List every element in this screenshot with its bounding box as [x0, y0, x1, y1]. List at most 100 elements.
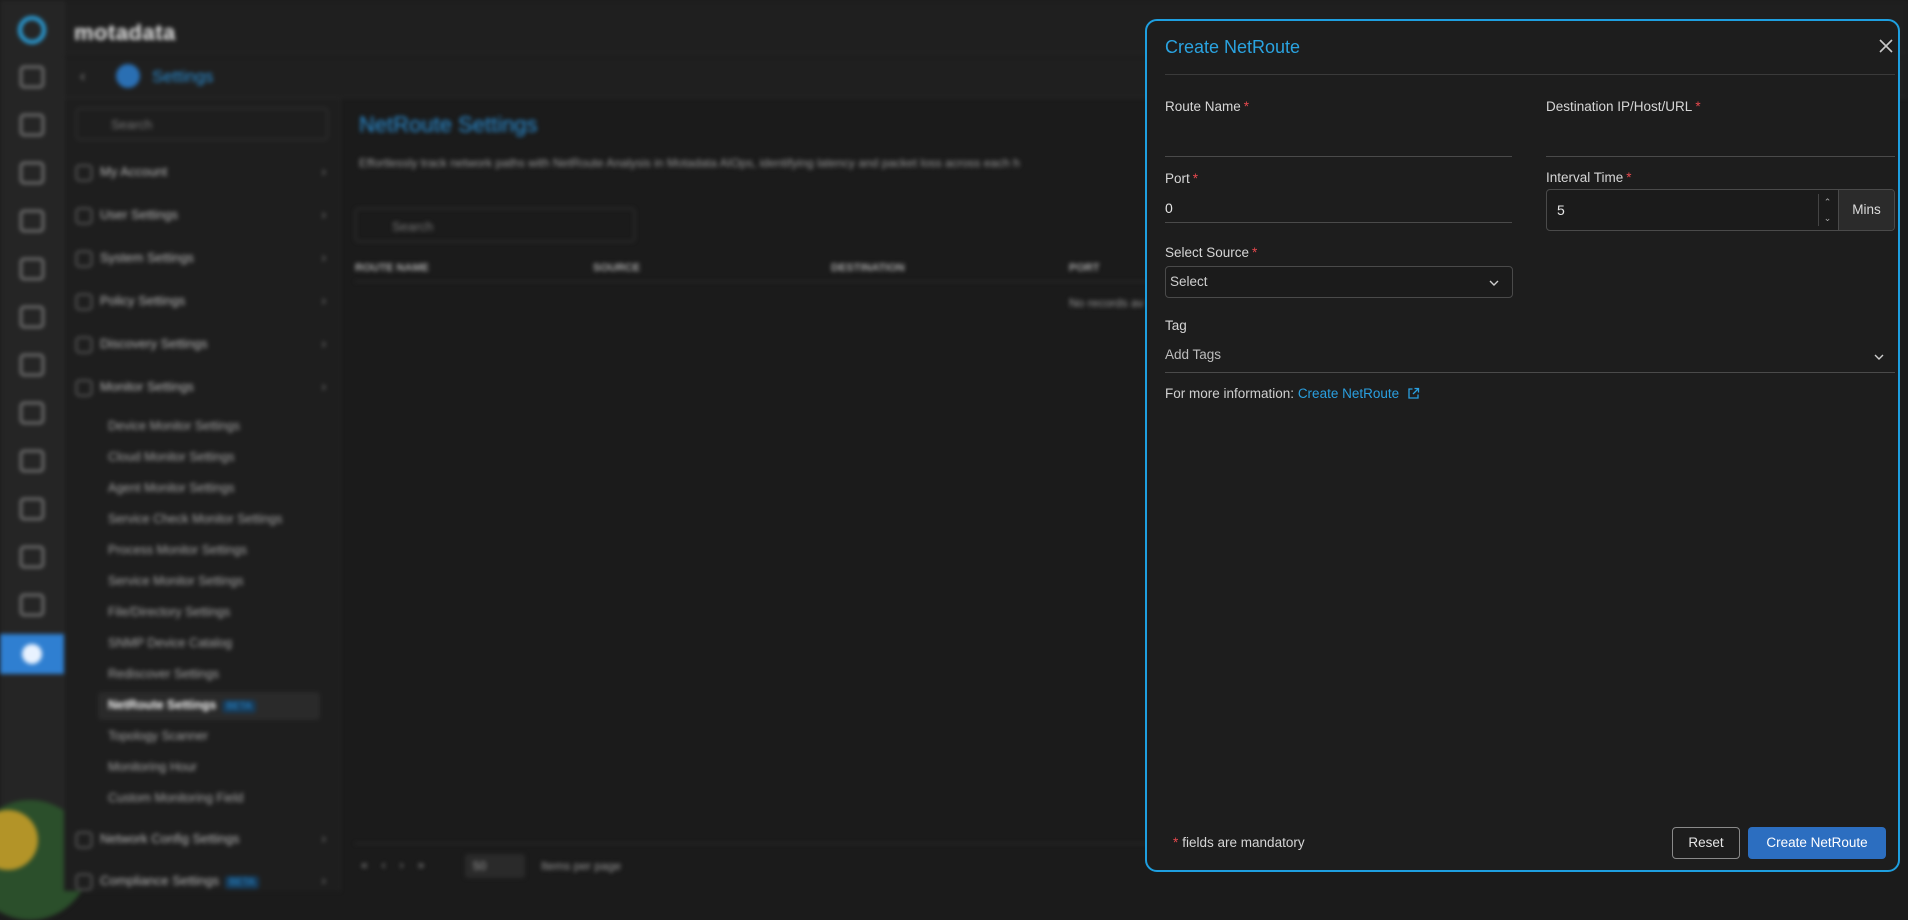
- drawer-title: Create NetRoute: [1165, 37, 1301, 57]
- sidebar-subitem[interactable]: Custom Monitoring Field: [108, 791, 243, 805]
- select-source-label: Select Source *: [1165, 245, 1257, 260]
- destination-input[interactable]: [1546, 127, 1895, 157]
- create-netroute-drawer: Create NetRoute Route Name * Destination …: [1145, 19, 1900, 872]
- chevron-down-icon[interactable]: [1873, 351, 1885, 363]
- sidebar-item-monitor-settings[interactable]: Monitor Settings: [76, 375, 328, 399]
- column-header[interactable]: SOURCE: [593, 262, 640, 274]
- gear-icon: [22, 644, 42, 664]
- sidebar-subitem[interactable]: File/Directory Settings: [108, 605, 230, 619]
- required-mark: *: [1695, 99, 1701, 114]
- interval-time-input[interactable]: [1557, 190, 1807, 230]
- chevron-up-icon[interactable]: ⌃: [1819, 194, 1836, 210]
- reset-button[interactable]: Reset: [1672, 827, 1740, 859]
- page-description: Effortlessly track network paths with Ne…: [359, 156, 1020, 170]
- app-logo-icon: [18, 16, 46, 44]
- select-source-dropdown[interactable]: Select: [1165, 266, 1513, 298]
- page-title: NetRoute Settings: [359, 112, 538, 137]
- icon-rail: [0, 0, 90, 920]
- per-page-label: Items per page: [541, 859, 622, 873]
- interval-time-field: ⌃ ⌄ Mins: [1546, 189, 1895, 231]
- label-text: Select Source: [1165, 245, 1250, 260]
- sidebar-item-user-settings[interactable]: User Settings: [76, 203, 328, 227]
- mandatory-note: * fields are mandatory: [1173, 835, 1305, 850]
- label-text: Port: [1165, 171, 1190, 186]
- flow-icon[interactable]: [20, 450, 44, 472]
- info-prefix: For more information:: [1165, 386, 1295, 401]
- required-mark: *: [1173, 835, 1179, 850]
- mandatory-note-text: fields are mandatory: [1182, 835, 1305, 850]
- close-icon[interactable]: [1874, 34, 1898, 58]
- chevron-down-icon[interactable]: ⌄: [1819, 210, 1836, 226]
- required-mark: *: [1252, 245, 1258, 260]
- dashboard-icon[interactable]: [20, 66, 44, 88]
- sidebar-subitem[interactable]: Monitoring Hour: [108, 760, 197, 774]
- label-text: Destination IP/Host/URL: [1546, 99, 1693, 114]
- monitor-icon[interactable]: [20, 114, 44, 136]
- settings-sidebar: Search My Account User Settings System S…: [64, 98, 340, 893]
- column-header[interactable]: DESTINATION: [831, 262, 905, 274]
- breadcrumb-title: Settings: [152, 67, 214, 86]
- divider: [1165, 74, 1895, 75]
- interval-time-label: Interval Time *: [1546, 170, 1632, 185]
- sidebar-item-network-config[interactable]: Network Config Settings: [76, 827, 328, 851]
- network-icon[interactable]: [20, 402, 44, 424]
- required-mark: *: [1192, 171, 1199, 186]
- empty-state: No records av: [1069, 296, 1144, 310]
- tag-input[interactable]: Add Tags: [1165, 343, 1895, 373]
- create-netroute-doc-link[interactable]: Create NetRoute: [1298, 386, 1399, 401]
- back-icon[interactable]: ‹: [80, 68, 85, 86]
- reports-icon[interactable]: [20, 258, 44, 280]
- sidebar-item-my-account[interactable]: My Account: [76, 160, 328, 184]
- tag-placeholder: Add Tags: [1165, 347, 1222, 362]
- metrics-icon[interactable]: [20, 162, 44, 184]
- sidebar-subitem-label: NetRoute Settings: [108, 698, 217, 712]
- interval-stepper[interactable]: ⌃ ⌄: [1818, 194, 1836, 226]
- topology-icon[interactable]: [20, 306, 44, 328]
- route-name-input[interactable]: [1165, 127, 1512, 157]
- sidebar-subitem[interactable]: Topology Scanner: [108, 729, 208, 743]
- label-text: Interval Time: [1546, 170, 1624, 185]
- info-line: For more information: Create NetRoute: [1165, 386, 1420, 401]
- sidebar-item-discovery-settings[interactable]: Discovery Settings: [76, 332, 328, 356]
- beta-badge: BETA: [225, 876, 259, 889]
- sidebar-search-input[interactable]: Search: [76, 108, 328, 140]
- sidebar-item-policy-settings[interactable]: Policy Settings: [76, 289, 328, 313]
- column-header[interactable]: ROUTE NAME: [355, 262, 429, 274]
- sidebar-subitem[interactable]: Agent Monitor Settings: [108, 481, 234, 495]
- external-link-icon[interactable]: [1407, 387, 1420, 400]
- port-input[interactable]: [1165, 193, 1512, 223]
- sidebar-subitem[interactable]: Service Check Monitor Settings: [108, 512, 282, 526]
- label-text: Route Name: [1165, 99, 1241, 114]
- alerts-icon[interactable]: [20, 354, 44, 376]
- required-mark: *: [1626, 170, 1632, 185]
- table-search-input[interactable]: Search: [355, 208, 635, 242]
- sidebar-item-system-settings[interactable]: System Settings: [76, 246, 328, 270]
- sidebar-subitem[interactable]: Cloud Monitor Settings: [108, 450, 234, 464]
- document-icon[interactable]: [20, 594, 44, 616]
- beta-badge: BETA: [222, 700, 256, 713]
- brand-logo: motadata: [74, 20, 176, 45]
- sidebar-subitem[interactable]: Device Monitor Settings: [108, 419, 240, 433]
- sidebar-subitem[interactable]: Rediscover Settings: [108, 667, 219, 681]
- interval-unit: Mins: [1838, 190, 1894, 230]
- sidebar-subitem[interactable]: Process Monitor Settings: [108, 543, 247, 557]
- chevron-down-icon: [1489, 280, 1499, 286]
- inventory-icon[interactable]: [20, 546, 44, 568]
- settings-rail-item[interactable]: [0, 634, 64, 674]
- column-header[interactable]: PORT: [1069, 262, 1100, 274]
- cloud-icon[interactable]: [20, 498, 44, 520]
- route-name-label: Route Name *: [1165, 99, 1249, 114]
- port-label: Port *: [1165, 171, 1198, 186]
- sidebar-item-compliance[interactable]: Compliance Settings BETA: [76, 869, 328, 893]
- sidebar-subitem[interactable]: Service Monitor Settings: [108, 574, 243, 588]
- tag-label: Tag: [1165, 318, 1187, 333]
- sidebar-subitem-active[interactable]: NetRoute Settings BETA: [98, 692, 320, 720]
- logs-icon[interactable]: [20, 210, 44, 232]
- per-page-select[interactable]: 50: [465, 854, 525, 878]
- pager-nav-icons[interactable]: «‹›»: [361, 858, 438, 872]
- gear-icon: [116, 64, 140, 88]
- sidebar-item-label: Compliance Settings: [100, 873, 220, 888]
- create-netroute-button[interactable]: Create NetRoute: [1748, 827, 1886, 859]
- sidebar-subitem[interactable]: SNMP Device Catalog: [108, 636, 232, 650]
- destination-label: Destination IP/Host/URL *: [1546, 99, 1701, 114]
